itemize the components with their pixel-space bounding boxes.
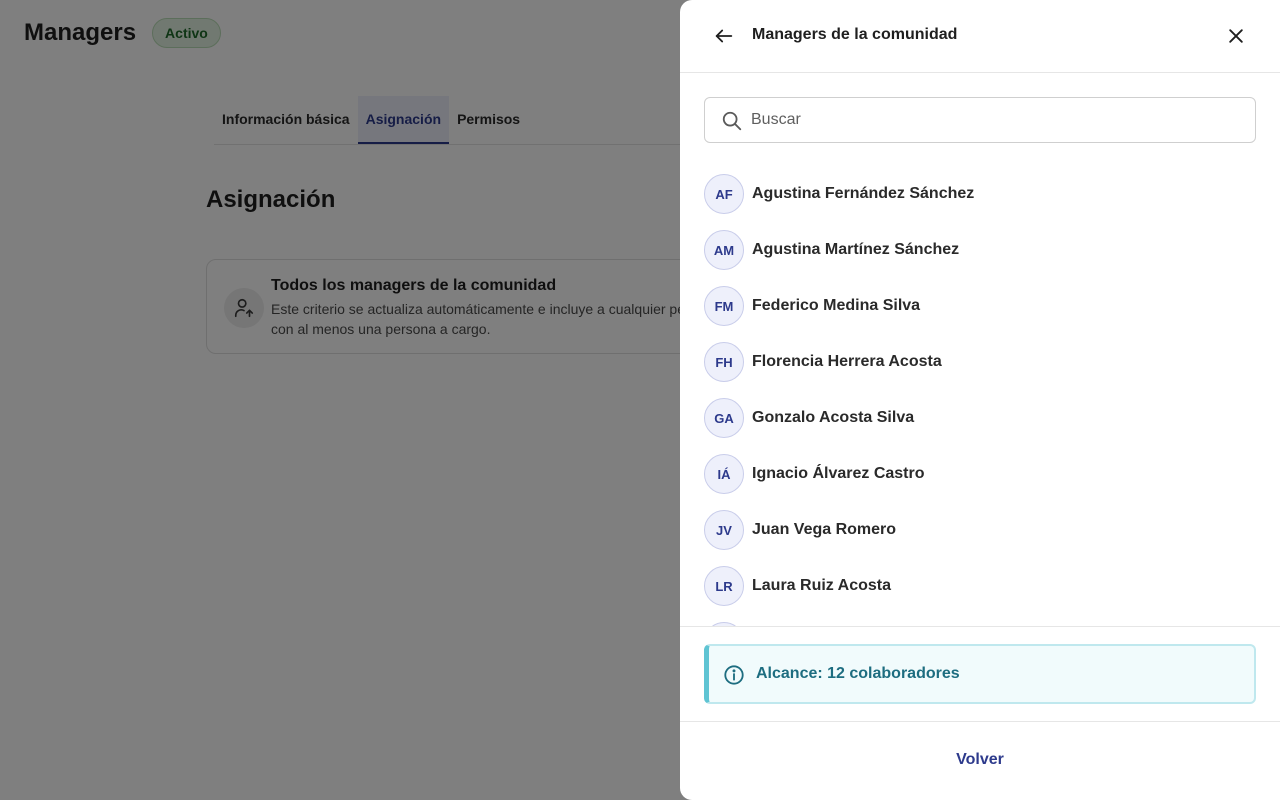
back-button[interactable] <box>708 22 740 50</box>
avatar: FH <box>704 342 744 382</box>
close-icon <box>1229 29 1243 43</box>
list-item[interactable]: FM Federico Medina Silva <box>704 286 920 326</box>
search-icon <box>722 111 742 131</box>
list-item[interactable]: GA Gonzalo Acosta Silva <box>704 398 914 438</box>
drawer-header: Managers de la comunidad <box>680 0 1280 73</box>
managers-drawer: Managers de la comunidad AF Agustina Fer… <box>680 0 1280 800</box>
manager-name: Federico Medina Silva <box>752 297 921 314</box>
avatar: IÁ <box>704 454 744 494</box>
manager-list: AF Agustina Fernández Sánchez AM Agustin… <box>680 166 1280 626</box>
info-icon <box>724 665 744 685</box>
divider <box>680 626 1280 627</box>
manager-name: Gonzalo Acosta Silva <box>752 409 915 426</box>
manager-name: Juan Vega Romero <box>752 521 897 538</box>
avatar: JV <box>704 510 744 550</box>
avatar: AF <box>704 174 744 214</box>
list-item[interactable]: JV Juan Vega Romero <box>704 510 896 550</box>
scope-alert: Alcance: 12 colaboradores <box>704 644 1256 704</box>
manager-name: Agustina Martínez Sánchez <box>752 241 960 258</box>
manager-name: Florencia Herrera Acosta <box>752 353 942 370</box>
avatar: LR <box>704 566 744 606</box>
scope-text: Alcance: 12 colaboradores <box>756 665 960 682</box>
manager-name: Ignacio Álvarez Castro <box>752 465 925 482</box>
list-item[interactable]: AF Agustina Fernández Sánchez <box>704 174 974 214</box>
volver-button[interactable]: Volver <box>930 744 1030 776</box>
divider <box>680 721 1280 722</box>
manager-name: Agustina Fernández Sánchez <box>752 185 975 202</box>
close-button[interactable] <box>1220 22 1252 50</box>
avatar: GA <box>704 398 744 438</box>
list-item[interactable]: FH Florencia Herrera Acosta <box>704 342 942 382</box>
avatar: FM <box>704 286 744 326</box>
search-input[interactable] <box>751 98 1241 142</box>
manager-name: Laura Ruiz Acosta <box>752 577 891 594</box>
list-item[interactable]: LR Laura Ruiz Acosta <box>704 566 891 606</box>
list-item[interactable]: IÁ Ignacio Álvarez Castro <box>704 454 925 494</box>
drawer-title: Managers de la comunidad <box>752 26 958 43</box>
search-box <box>704 97 1256 143</box>
arrow-left-icon <box>715 29 733 43</box>
list-item[interactable]: AM Agustina Martínez Sánchez <box>704 230 959 270</box>
avatar: AM <box>704 230 744 270</box>
